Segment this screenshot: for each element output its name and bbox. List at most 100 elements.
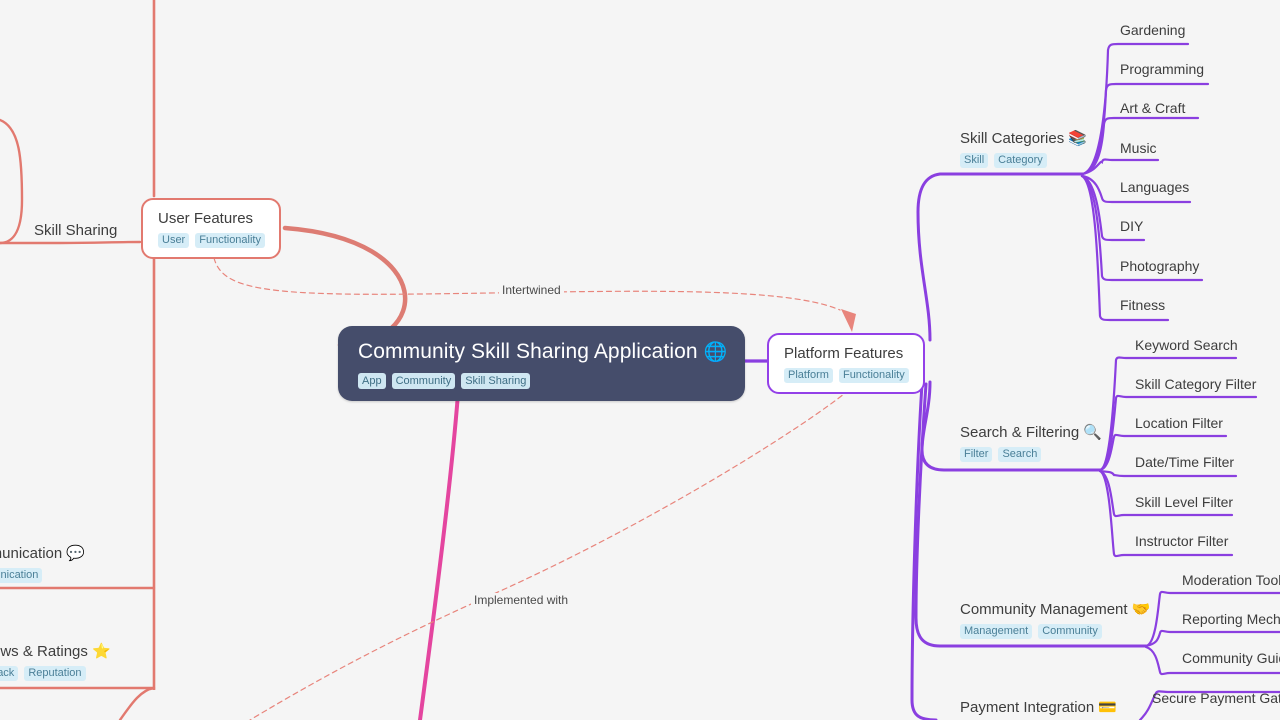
node-skill-sharing-title: Skill Sharing <box>34 222 118 239</box>
node-reviews-ratings[interactable]: Reviews & Ratings ⭐ Feedback Reputation <box>0 642 111 681</box>
node-payment-integration-title: Payment Integration 💳 <box>960 698 1117 718</box>
node-communication[interactable]: Communication 💬 Communication <box>0 544 85 583</box>
handshake-icon: 🤝 <box>1131 601 1151 618</box>
tag-platform: Platform <box>784 368 833 383</box>
node-reviews-ratings-tags: Feedback Reputation <box>0 666 111 681</box>
cross-link-label-implemented-with: Implemented with <box>471 593 572 607</box>
node-community-management-title: Community Management 🤝 <box>960 600 1150 620</box>
leaf-photography-label: Photography <box>1120 258 1200 274</box>
leaf-fitness[interactable]: Fitness <box>1120 296 1165 315</box>
tag-filter: Filter <box>960 447 993 462</box>
leaf-date-time-filter[interactable]: Date/Time Filter <box>1135 453 1234 472</box>
leaf-reporting-mechanisms[interactable]: Reporting Mechanisms <box>1182 610 1280 629</box>
node-user-features-title: User Features <box>158 210 254 227</box>
leaf-gardening[interactable]: Gardening <box>1120 21 1185 40</box>
leaf-instructor-filter-label: Instructor Filter <box>1135 533 1229 549</box>
leaf-keyword-search-label: Keyword Search <box>1135 337 1238 353</box>
leaf-skill-level-filter-label: Skill Level Filter <box>1135 494 1234 510</box>
tag-communication: Communication <box>0 568 43 583</box>
leaf-community-guidelines-label: Community Guidelines <box>1182 650 1280 666</box>
node-payment-integration-title-text: Payment Integration <box>960 699 1095 716</box>
leaf-reporting-mechanisms-label: Reporting Mechanisms <box>1182 611 1280 627</box>
tag-user: User <box>158 233 190 248</box>
root-node-title-text: Community Skill Sharing Application <box>358 340 698 363</box>
node-reviews-ratings-title-text: Reviews & Ratings <box>0 643 88 660</box>
tag-management: Management <box>960 624 1033 639</box>
edge-skill-sharing-curve <box>0 118 24 245</box>
node-user-features-tags: User Functionality <box>158 233 265 248</box>
leaf-skill-level-filter[interactable]: Skill Level Filter <box>1135 493 1233 512</box>
leaf-keyword-search[interactable]: Keyword Search <box>1135 336 1238 355</box>
leaf-fitness-label: Fitness <box>1120 297 1166 313</box>
node-skill-categories-tags: Skill Category <box>960 153 1087 168</box>
leaf-music[interactable]: Music <box>1120 139 1157 158</box>
leaf-instructor-filter[interactable]: Instructor Filter <box>1135 532 1228 551</box>
node-community-management-tags: Management Community <box>960 624 1150 639</box>
edge-platform-spine-up <box>916 172 1084 342</box>
leaf-skill-category-filter-label: Skill Category Filter <box>1135 376 1257 392</box>
mindmap-canvas: Community Skill Sharing Application 🌐 Ap… <box>0 0 1280 720</box>
tag-reputation: Reputation <box>24 666 86 681</box>
edge-root-descender-pink <box>418 392 460 720</box>
root-node[interactable]: Community Skill Sharing Application 🌐 Ap… <box>338 326 746 401</box>
leaf-date-time-filter-label: Date/Time Filter <box>1135 454 1235 470</box>
edge-leaf-reporting-mechanisms <box>1144 629 1280 648</box>
leaf-moderation-tools-label: Moderation Tools <box>1182 572 1280 588</box>
node-community-management[interactable]: Community Management 🤝 Management Commun… <box>960 600 1150 639</box>
leaf-art-craft[interactable]: Art & Craft <box>1120 99 1185 118</box>
leaf-music-label: Music <box>1120 140 1157 156</box>
node-reviews-ratings-title: Reviews & Ratings ⭐ <box>0 642 111 662</box>
root-tag: Skill Sharing <box>461 373 531 389</box>
leaf-art-craft-label: Art & Craft <box>1120 100 1186 116</box>
node-search-filtering-tags: Filter Search <box>960 447 1102 462</box>
leaf-diy-label: DIY <box>1120 218 1144 234</box>
leaf-location-filter[interactable]: Location Filter <box>1135 414 1223 433</box>
globe-icon: 🌐 <box>703 342 728 363</box>
leaf-photography[interactable]: Photography <box>1120 257 1199 276</box>
leaf-community-guidelines[interactable]: Community Guidelines <box>1182 649 1280 668</box>
edge-leaf-programming <box>1080 82 1210 176</box>
root-tag: Community <box>391 373 456 389</box>
leaf-programming[interactable]: Programming <box>1120 60 1204 79</box>
node-search-filtering[interactable]: Search & Filtering 🔍 Filter Search <box>960 423 1102 462</box>
tag-search: Search <box>998 447 1042 462</box>
books-icon: 📚 <box>1068 130 1088 147</box>
leaf-skill-category-filter[interactable]: Skill Category Filter <box>1135 375 1256 394</box>
node-skill-categories-title-text: Skill Categories <box>960 130 1065 147</box>
cross-link-label-intertwined: Intertwined <box>499 283 564 297</box>
node-communication-title-text: Communication <box>0 545 63 562</box>
node-platform-features-tags: Platform Functionality <box>784 368 909 383</box>
cross-link-implemented-with <box>249 389 850 720</box>
speech-balloon-icon: 💬 <box>66 545 86 562</box>
node-search-filtering-title: Search & Filtering 🔍 <box>960 423 1102 443</box>
root-tag: App <box>358 373 386 389</box>
node-search-filtering-title-text: Search & Filtering <box>960 424 1080 441</box>
node-platform-features-title: Platform Features <box>784 345 904 362</box>
root-node-tags: App Community Skill Sharing <box>358 373 727 389</box>
leaf-gardening-label: Gardening <box>1120 22 1186 38</box>
leaf-languages[interactable]: Languages <box>1120 178 1189 197</box>
tag-community: Community <box>1038 624 1102 639</box>
root-node-title: Community Skill Sharing Application 🌐 <box>358 339 727 366</box>
leaf-secure-payment-gateway[interactable]: Secure Payment Gateway <box>1152 689 1280 708</box>
credit-card-icon: 💳 <box>1098 699 1118 716</box>
node-user-features[interactable]: User Features User Functionality <box>141 198 281 259</box>
cross-link-intertwined-arrow <box>841 309 856 332</box>
leaf-diy[interactable]: DIY <box>1120 217 1143 236</box>
tag-skill: Skill <box>960 153 989 168</box>
leaf-moderation-tools[interactable]: Moderation Tools <box>1182 571 1280 590</box>
node-skill-categories-title: Skill Categories 📚 <box>960 129 1087 149</box>
node-payment-integration[interactable]: Payment Integration 💳 <box>960 698 1117 718</box>
node-platform-features[interactable]: Platform Features Platform Functionality <box>767 333 925 394</box>
star-icon: ⭐ <box>92 643 111 660</box>
tag-functionality: Functionality <box>195 233 265 248</box>
edge-reviews-curve <box>118 686 156 720</box>
node-skill-categories[interactable]: Skill Categories 📚 Skill Category <box>960 129 1087 168</box>
leaf-location-filter-label: Location Filter <box>1135 415 1223 431</box>
node-community-management-title-text: Community Management <box>960 601 1128 618</box>
tag-category: Category <box>994 153 1047 168</box>
tag-feedback: Feedback <box>0 666 19 681</box>
edge-user-to-skill-sharing <box>0 240 142 245</box>
node-skill-sharing[interactable]: Skill Sharing <box>34 221 117 241</box>
leaf-programming-label: Programming <box>1120 61 1205 77</box>
